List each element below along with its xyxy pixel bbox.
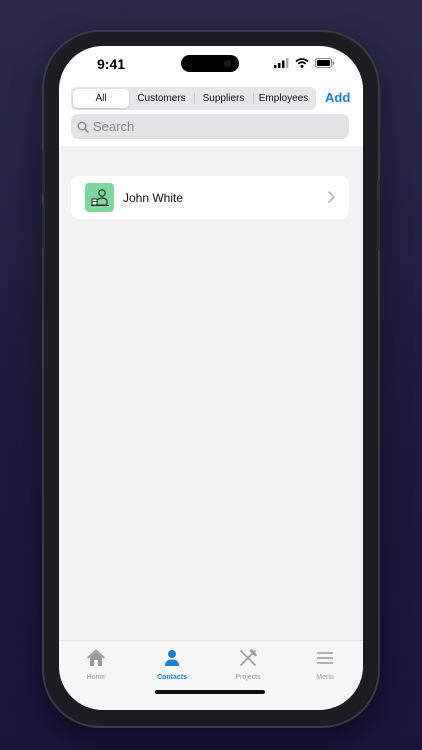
phone-side-button-right xyxy=(377,180,380,250)
contact-avatar xyxy=(85,183,114,212)
house-icon xyxy=(86,649,106,666)
segment-suppliers[interactable]: Suppliers xyxy=(194,89,253,108)
wifi-icon xyxy=(295,58,309,68)
status-time: 9:41 xyxy=(97,56,126,72)
person-box-icon xyxy=(90,188,109,206)
tab-menu-label: Menu xyxy=(316,674,334,681)
segment-all[interactable]: All xyxy=(73,89,129,108)
search-input[interactable] xyxy=(93,119,333,134)
add-button[interactable]: Add xyxy=(325,90,350,105)
tab-projects-label: Projects xyxy=(235,674,261,681)
contact-name: John White xyxy=(123,190,184,205)
cellular-signal-icon xyxy=(274,58,289,68)
tab-contacts[interactable]: Contacts xyxy=(142,649,202,681)
tab-home[interactable]: Home xyxy=(66,649,126,681)
phone-side-button-left-1 xyxy=(42,150,45,194)
battery-icon xyxy=(315,58,335,68)
filter-segmented-control: All Customers Suppliers Employees xyxy=(71,87,316,110)
phone-screen: 9:41 All Customers Suppliers Employees A… xyxy=(59,46,363,710)
tab-contacts-label: Contacts xyxy=(157,674,187,681)
search-bar[interactable] xyxy=(71,114,349,139)
person-icon xyxy=(165,650,179,666)
contact-row[interactable]: John White xyxy=(71,176,349,219)
tab-bar: Home Contacts Projects Menu xyxy=(59,640,363,710)
status-icons xyxy=(274,58,335,68)
home-indicator[interactable] xyxy=(155,690,265,694)
search-icon xyxy=(77,121,89,133)
chevron-right-icon xyxy=(328,191,335,203)
tab-menu[interactable]: Menu xyxy=(295,649,355,681)
segment-employees[interactable]: Employees xyxy=(253,89,314,108)
dynamic-island xyxy=(181,55,239,72)
phone-side-button-left-2 xyxy=(42,204,45,248)
hamburger-icon xyxy=(317,652,333,664)
tab-home-label: Home xyxy=(86,674,106,681)
contacts-header: All Customers Suppliers Employees Add xyxy=(59,80,363,146)
tab-projects[interactable]: Projects xyxy=(218,649,278,681)
tools-icon xyxy=(240,649,257,666)
segment-customers[interactable]: Customers xyxy=(129,89,194,108)
